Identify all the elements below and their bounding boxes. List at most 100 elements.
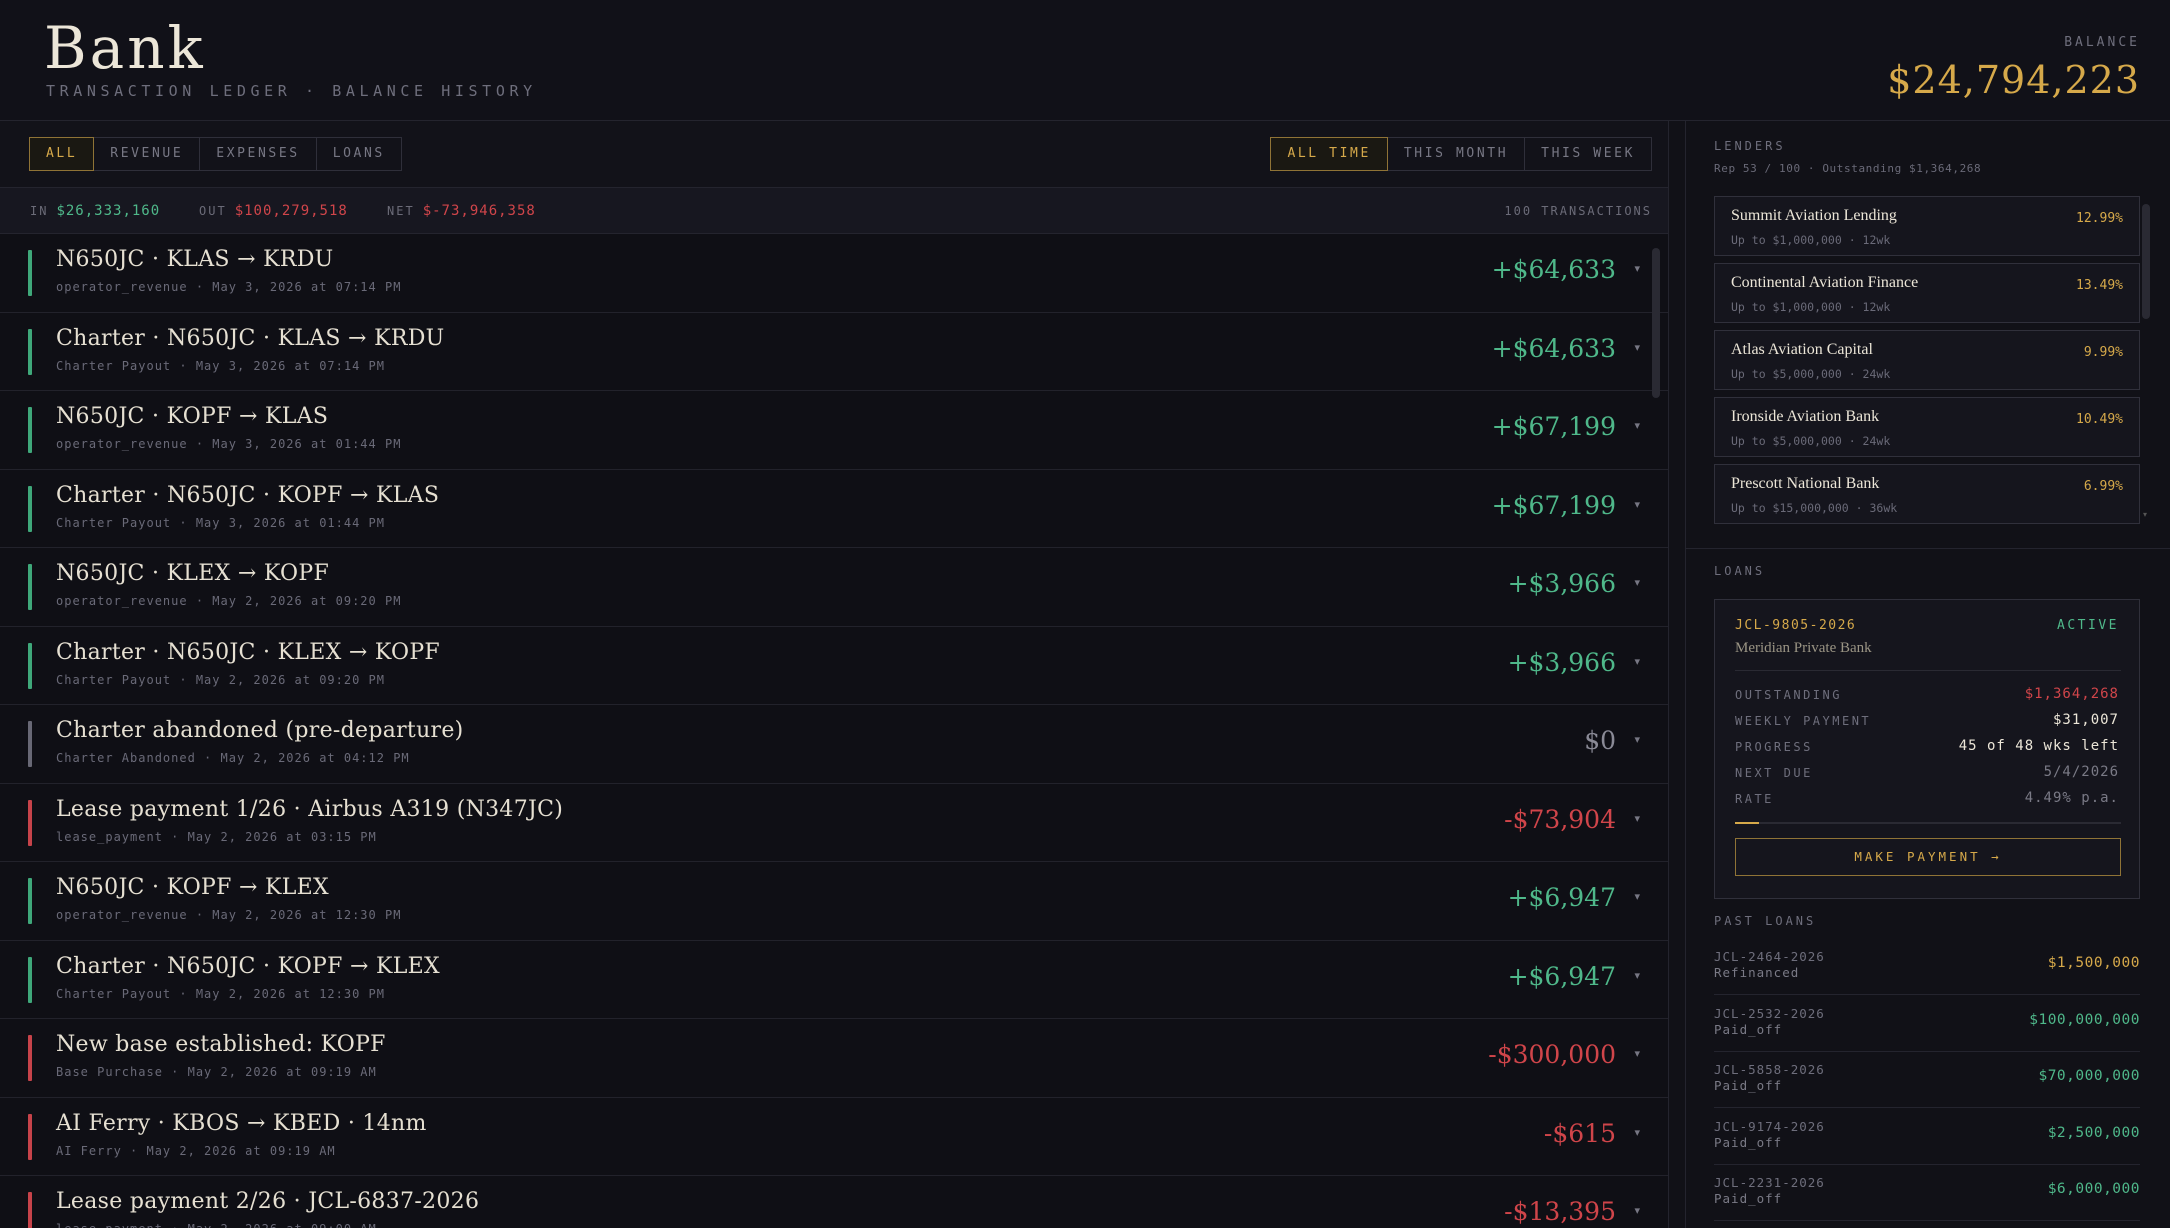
transaction-meta: Charter Abandoned · May 2, 2026 at 04:12… xyxy=(56,751,410,765)
past-loan-id: JCL-2464-2026 xyxy=(1714,949,1825,964)
list-scrollbar[interactable] xyxy=(1652,248,1660,398)
transaction-title: Lease payment 1/26 · Airbus A319 (N347JC… xyxy=(56,796,564,822)
past-loan-row: JCL-2464-2026 Refinanced $1,500,000 xyxy=(1714,939,2140,995)
summary-net-label: NET xyxy=(387,204,415,218)
time-tab-this-month[interactable]: THIS MONTH xyxy=(1386,137,1526,171)
expand-chevron-icon[interactable]: ▾ xyxy=(1634,1204,1640,1217)
make-payment-button[interactable]: MAKE PAYMENT → xyxy=(1735,838,2121,876)
finance-sidebar: LENDERS Rep 53 / 100 · Outstanding $1,36… xyxy=(1686,121,2170,1228)
transaction-type-indicator xyxy=(28,485,32,532)
loan-id: JCL-9805-2026 xyxy=(1735,618,1857,633)
time-filter-tabs: ALL TIME THIS MONTH THIS WEEK xyxy=(1270,137,1652,171)
expand-chevron-icon[interactable]: ▾ xyxy=(1634,576,1640,589)
summary-out-value: $100,279,518 xyxy=(234,203,348,219)
transaction-meta: operator_revenue · May 3, 2026 at 01:44 … xyxy=(56,437,402,451)
lender-name: Atlas Aviation Capital xyxy=(1731,341,1873,358)
expand-chevron-icon[interactable]: ▾ xyxy=(1634,262,1640,275)
type-filter-tabs: ALL REVENUE EXPENSES LOANS xyxy=(29,137,402,171)
lender-card[interactable]: Prescott National Bank Up to $15,000,000 … xyxy=(1714,464,2140,524)
lender-rate: 13.49% xyxy=(2076,278,2123,293)
transaction-row[interactable]: New base established: KOPF Base Purchase … xyxy=(0,1019,1668,1098)
transaction-meta: Charter Payout · May 3, 2026 at 01:44 PM xyxy=(56,515,385,530)
lender-name: Prescott National Bank xyxy=(1731,475,1880,492)
expand-chevron-icon[interactable]: ▾ xyxy=(1634,1047,1640,1060)
transaction-meta: operator_revenue · May 2, 2026 at 12:30 … xyxy=(56,908,402,922)
transaction-count: 100 TRANSACTIONS xyxy=(1504,204,1652,218)
past-loan-row: JCL-9174-2026 Paid_off $2,500,000 xyxy=(1714,1109,2140,1165)
filter-tab-all[interactable]: ALL xyxy=(29,137,95,171)
lender-terms: Up to $1,000,000 · 12wk xyxy=(1731,233,1891,247)
loans-heading: LOANS xyxy=(1714,564,1766,578)
transaction-list[interactable]: N650JC · KLAS → KRDU operator_revenue · M… xyxy=(0,234,1668,1228)
next-due-value: 5/4/2026 xyxy=(2043,764,2119,780)
lender-card[interactable]: Summit Aviation Lending Up to $1,000,000 … xyxy=(1714,196,2140,256)
expand-chevron-icon[interactable]: ▾ xyxy=(1634,969,1640,982)
transaction-meta: lease_payment · May 2, 2026 at 09:00 AM xyxy=(56,1222,377,1228)
transaction-amount: $0 xyxy=(1584,726,1616,755)
past-loan-amount: $2,500,000 xyxy=(2047,1124,2140,1141)
lender-card[interactable]: Ironside Aviation Bank Up to $5,000,000 ·… xyxy=(1714,397,2140,457)
transaction-row[interactable]: Charter · N650JC · KOPF → KLAS Charter Pa… xyxy=(0,470,1668,548)
transaction-type-indicator xyxy=(28,721,32,767)
transaction-type-indicator xyxy=(28,799,32,846)
transaction-type-indicator xyxy=(28,1113,32,1160)
lender-terms: Up to $5,000,000 · 24wk xyxy=(1731,434,1891,448)
transaction-row[interactable]: Charter abandoned (pre-departure) Charter… xyxy=(0,705,1668,784)
transaction-type-indicator xyxy=(28,407,32,453)
expand-chevron-icon[interactable]: ▾ xyxy=(1634,655,1640,668)
transaction-title: N650JC · KLEX → KOPF xyxy=(56,561,330,586)
past-loan-amount: $70,000,000 xyxy=(2038,1068,2140,1084)
transaction-row[interactable]: Charter · N650JC · KLAS → KRDU Charter Pa… xyxy=(0,313,1668,391)
transaction-amount: -$13,395 xyxy=(1504,1197,1616,1226)
lender-rate: 10.49% xyxy=(2076,412,2123,427)
summary-in-label: IN xyxy=(30,204,49,218)
transaction-row[interactable]: Lease payment 1/26 · Airbus A319 (N347JC… xyxy=(0,784,1668,862)
active-loan-card: JCL-9805-2026 ACTIVE Meridian Private Ba… xyxy=(1714,599,2140,899)
outstanding-value: $1,364,268 xyxy=(2024,686,2119,702)
loan-status-badge: ACTIVE xyxy=(2057,618,2119,633)
filter-tab-revenue[interactable]: REVENUE xyxy=(93,137,201,171)
transaction-amount: +$6,947 xyxy=(1507,961,1616,991)
expand-chevron-icon[interactable]: ▾ xyxy=(1634,498,1640,511)
transaction-row[interactable]: N650JC · KOPF → KLAS operator_revenue · M… xyxy=(0,391,1668,470)
past-loan-amount: $1,500,000 xyxy=(2047,955,2140,971)
expand-chevron-icon[interactable]: ▾ xyxy=(1634,812,1640,825)
transaction-title: Charter · N650JC · KOPF → KLEX xyxy=(56,953,440,979)
transaction-row[interactable]: Lease payment 2/26 · JCL-6837-2026 lease_… xyxy=(0,1176,1668,1228)
time-tab-this-week[interactable]: THIS WEEK xyxy=(1524,137,1652,171)
loan-progress-bar xyxy=(1735,822,2121,824)
expand-chevron-icon[interactable]: ▾ xyxy=(1634,419,1640,432)
time-tab-all-time[interactable]: ALL TIME xyxy=(1270,137,1388,171)
transaction-title: Charter · N650JC · KOPF → KLAS xyxy=(56,482,440,508)
scroll-down-icon[interactable]: ▾ xyxy=(2143,510,2147,519)
lender-terms: Up to $15,000,000 · 36wk xyxy=(1731,501,1898,515)
filter-tab-loans[interactable]: LOANS xyxy=(315,137,402,171)
filter-tab-expenses[interactable]: EXPENSES xyxy=(199,137,317,171)
past-loan-status: Paid_off xyxy=(1714,1191,1783,1206)
transaction-row[interactable]: AI Ferry · KBOS → KBED · 14nm AI Ferry · … xyxy=(0,1098,1668,1176)
outstanding-label: OUTSTANDING xyxy=(1735,688,1842,702)
transaction-row[interactable]: N650JC · KOPF → KLEX operator_revenue · M… xyxy=(0,862,1668,941)
transaction-meta: Base Purchase · May 2, 2026 at 09:19 AM xyxy=(56,1065,377,1079)
lender-card[interactable]: Atlas Aviation Capital Up to $5,000,000 ·… xyxy=(1714,330,2140,390)
transaction-amount: -$300,000 xyxy=(1488,1040,1616,1069)
lender-name: Summit Aviation Lending xyxy=(1731,207,1897,224)
expand-chevron-icon[interactable]: ▾ xyxy=(1634,1126,1640,1139)
transaction-row[interactable]: Charter · N650JC · KLEX → KOPF Charter Pa… xyxy=(0,627,1668,705)
expand-chevron-icon[interactable]: ▾ xyxy=(1634,733,1640,746)
expand-chevron-icon[interactable]: ▾ xyxy=(1634,341,1640,354)
lender-scrollbar[interactable] xyxy=(2142,204,2150,319)
transaction-meta: lease_payment · May 2, 2026 at 03:15 PM xyxy=(56,829,377,844)
past-loan-status: Paid_off xyxy=(1714,1078,1783,1093)
transaction-row[interactable]: N650JC · KLAS → KRDU operator_revenue · M… xyxy=(0,234,1668,313)
transaction-type-indicator xyxy=(28,328,32,375)
transaction-title: N650JC · KOPF → KLAS xyxy=(56,404,329,429)
lender-terms: Up to $1,000,000 · 12wk xyxy=(1731,300,1891,314)
transaction-row[interactable]: N650JC · KLEX → KOPF operator_revenue · M… xyxy=(0,548,1668,627)
balance-label: BALANCE xyxy=(2064,35,2140,50)
expand-chevron-icon[interactable]: ▾ xyxy=(1634,890,1640,903)
transaction-row[interactable]: Charter · N650JC · KOPF → KLEX Charter Pa… xyxy=(0,941,1668,1019)
lender-card[interactable]: Continental Aviation Finance Up to $1,000… xyxy=(1714,263,2140,323)
transaction-amount: +$67,199 xyxy=(1491,412,1616,441)
lenders-subtitle: Rep 53 / 100 · Outstanding $1,364,268 xyxy=(1714,162,1982,175)
